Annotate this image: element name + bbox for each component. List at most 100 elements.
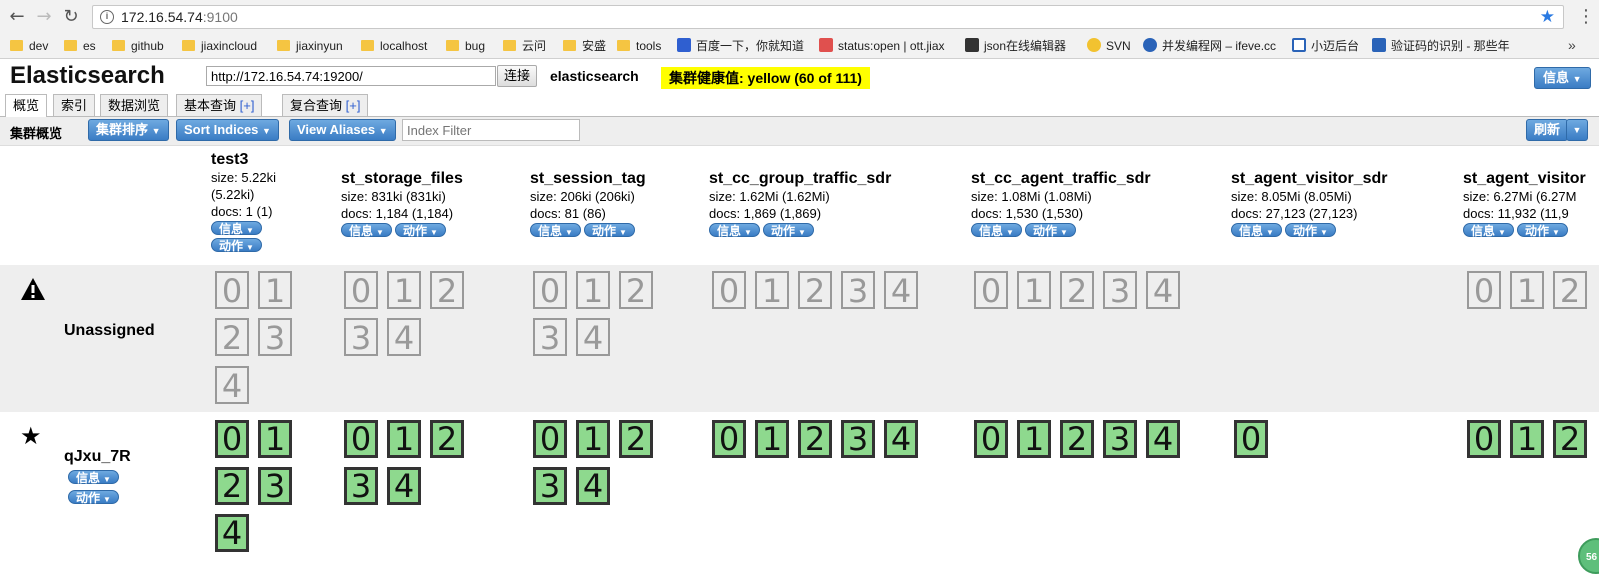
shard-unassigned[interactable]: 4 — [884, 271, 918, 309]
shard-unassigned[interactable]: 4 — [215, 366, 249, 404]
node-action-button[interactable]: 动作 ▼ — [68, 490, 119, 505]
shard-unassigned[interactable]: 0 — [974, 271, 1008, 309]
shard-assigned[interactable]: 0 — [533, 420, 567, 458]
shard-unassigned[interactable]: 1 — [387, 271, 421, 309]
shard-assigned[interactable]: 4 — [884, 420, 918, 458]
node-info-button[interactable]: 信息 ▼ — [68, 470, 119, 485]
shard-assigned[interactable]: 2 — [1553, 420, 1587, 458]
index-info-button[interactable]: 信息 ▼ — [530, 223, 581, 238]
sort-indices-button[interactable]: Sort Indices ▼ — [176, 119, 279, 141]
shard-assigned[interactable]: 1 — [258, 420, 292, 458]
bookmark-status[interactable]: status:open | ott.jiax — [819, 38, 945, 54]
tab-compound-query[interactable]: 复合查询 [+] — [282, 94, 369, 116]
refresh-button[interactable]: 刷新 — [1526, 119, 1569, 141]
bookmark-ansheng[interactable]: 安盛 — [563, 38, 606, 54]
connect-url-input[interactable] — [206, 66, 496, 86]
tab-indices[interactable]: 索引 — [53, 94, 96, 116]
index-info-button[interactable]: 信息 ▼ — [1231, 223, 1282, 238]
shard-assigned[interactable]: 3 — [841, 420, 875, 458]
browser-menu-icon[interactable]: ⋮ — [1577, 6, 1595, 27]
index-action-button[interactable]: 动作 ▼ — [1024, 223, 1076, 238]
shard-unassigned[interactable]: 0 — [344, 271, 378, 309]
shard-unassigned[interactable]: 4 — [1146, 271, 1180, 309]
bookmark-yunwen[interactable]: 云问 — [503, 38, 546, 54]
shard-unassigned[interactable]: 2 — [215, 318, 249, 356]
index-action-button[interactable]: 动作 ▼ — [211, 238, 262, 253]
reload-icon[interactable]: ↻ — [60, 6, 82, 28]
shard-assigned[interactable]: 4 — [576, 467, 610, 505]
shard-unassigned[interactable]: 1 — [1510, 271, 1544, 309]
bookmark-star-icon[interactable]: ★ — [1540, 7, 1555, 27]
shard-unassigned[interactable]: 3 — [1103, 271, 1137, 309]
bookmark-localhost[interactable]: localhost — [361, 38, 427, 54]
bookmark-github[interactable]: github — [112, 38, 164, 54]
shard-assigned[interactable]: 0 — [215, 420, 249, 458]
info-menu-button[interactable]: 信息 ▼ — [1534, 67, 1591, 89]
shard-unassigned[interactable]: 3 — [344, 318, 378, 356]
shard-unassigned[interactable]: 1 — [1017, 271, 1051, 309]
tab-basic-query[interactable]: 基本查询 [+] — [176, 94, 263, 116]
shard-unassigned[interactable]: 2 — [430, 271, 464, 309]
shard-assigned[interactable]: 2 — [619, 420, 653, 458]
back-icon[interactable]: ← — [6, 6, 28, 28]
shard-assigned[interactable]: 2 — [798, 420, 832, 458]
shard-unassigned[interactable]: 2 — [619, 271, 653, 309]
bookmark-xiaomai[interactable]: 小迈后台 — [1292, 38, 1359, 54]
address-bar[interactable]: i 172.16.54.74:9100 ★ — [92, 5, 1564, 29]
tab-overview[interactable]: 概览 — [5, 94, 48, 117]
shard-unassigned[interactable]: 2 — [798, 271, 832, 309]
shard-unassigned[interactable]: 1 — [258, 271, 292, 309]
shard-assigned[interactable]: 3 — [344, 467, 378, 505]
index-filter-input[interactable] — [402, 119, 580, 141]
bookmark-dev[interactable]: dev — [10, 38, 48, 54]
index-info-button[interactable]: 信息 ▼ — [1463, 223, 1514, 238]
shard-unassigned[interactable]: 0 — [1467, 271, 1501, 309]
shard-assigned[interactable]: 4 — [215, 514, 249, 552]
shard-assigned[interactable]: 3 — [533, 467, 567, 505]
shard-unassigned[interactable]: 0 — [533, 271, 567, 309]
forward-icon[interactable]: → — [33, 6, 55, 28]
shard-unassigned[interactable]: 1 — [576, 271, 610, 309]
bookmark-es[interactable]: es — [64, 38, 96, 54]
shard-assigned[interactable]: 4 — [1146, 420, 1180, 458]
index-info-button[interactable]: 信息 ▼ — [971, 223, 1022, 238]
shard-unassigned[interactable]: 4 — [576, 318, 610, 356]
shard-assigned[interactable]: 1 — [576, 420, 610, 458]
tab-add-link[interactable]: [+] — [240, 98, 255, 113]
shard-assigned[interactable]: 0 — [344, 420, 378, 458]
index-info-button[interactable]: 信息 ▼ — [211, 221, 262, 236]
shard-assigned[interactable]: 4 — [387, 467, 421, 505]
shard-assigned[interactable]: 2 — [430, 420, 464, 458]
shard-unassigned[interactable]: 4 — [387, 318, 421, 356]
shard-unassigned[interactable]: 0 — [215, 271, 249, 309]
shard-assigned[interactable]: 3 — [258, 467, 292, 505]
bookmark-svn[interactable]: SVN — [1087, 38, 1131, 54]
index-info-button[interactable]: 信息 ▼ — [709, 223, 760, 238]
tab-browser[interactable]: 数据浏览 — [100, 94, 169, 116]
shard-assigned[interactable]: 2 — [215, 467, 249, 505]
shard-unassigned[interactable]: 0 — [712, 271, 746, 309]
index-action-button[interactable]: 动作 ▼ — [583, 223, 635, 238]
shard-assigned[interactable]: 0 — [712, 420, 746, 458]
tab-add-link[interactable]: [+] — [346, 98, 361, 113]
bookmark-captcha[interactable]: 验证码的识别 - 那些年 — [1372, 38, 1542, 54]
shard-assigned[interactable]: 1 — [1510, 420, 1544, 458]
shard-unassigned[interactable]: 2 — [1060, 271, 1094, 309]
shard-unassigned[interactable]: 2 — [1553, 271, 1587, 309]
connect-button[interactable]: 连接 — [497, 65, 538, 87]
bookmark-baidu[interactable]: 百度一下，你就知道 — [677, 38, 804, 54]
shard-assigned[interactable]: 1 — [1017, 420, 1051, 458]
shard-unassigned[interactable]: 3 — [841, 271, 875, 309]
refresh-options-button[interactable]: ▼ — [1566, 119, 1588, 141]
shard-assigned[interactable]: 1 — [387, 420, 421, 458]
index-info-button[interactable]: 信息 ▼ — [341, 223, 392, 238]
shard-unassigned[interactable]: 1 — [755, 271, 789, 309]
shard-assigned[interactable]: 0 — [974, 420, 1008, 458]
view-aliases-button[interactable]: View Aliases ▼ — [289, 119, 396, 141]
shard-assigned[interactable]: 0 — [1467, 420, 1501, 458]
shard-assigned[interactable]: 3 — [1103, 420, 1137, 458]
bookmark-jiaxincloud[interactable]: jiaxincloud — [182, 38, 257, 54]
index-action-button[interactable]: 动作 ▼ — [1284, 223, 1336, 238]
cluster-sort-button[interactable]: 集群排序 ▼ — [88, 119, 169, 141]
bookmark-tools[interactable]: tools — [617, 38, 661, 54]
